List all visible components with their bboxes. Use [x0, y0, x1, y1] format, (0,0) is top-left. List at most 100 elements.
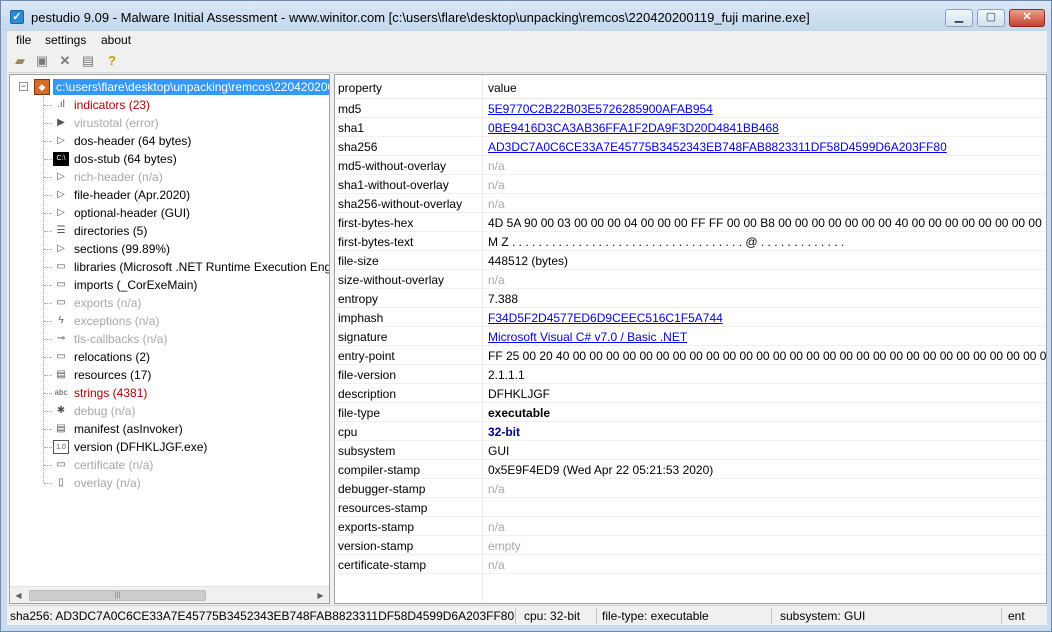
export-icon: ▭	[56, 297, 66, 308]
tree-item[interactable]: 1.0 version (DFHKLJGF.exe)	[44, 438, 329, 456]
table-row[interactable]: debugger-stamp n/a	[335, 479, 1046, 498]
tree-connector	[44, 411, 52, 412]
table-row[interactable]: version-stamp empty	[335, 536, 1046, 555]
table-header: property value	[335, 75, 1046, 99]
tree-item[interactable]: .ıl indicators (23)	[44, 96, 329, 114]
menu-about[interactable]: about	[101, 33, 131, 47]
property-cell: sha1-without-overlay	[338, 178, 449, 192]
help-icon[interactable]: ?	[104, 53, 120, 69]
value-cell: executable	[488, 406, 551, 420]
table-row[interactable]: entropy 7.388	[335, 289, 1046, 308]
menu-file[interactable]: file	[16, 33, 31, 47]
scroll-right-icon[interactable]: ▶	[312, 587, 329, 603]
tree-item[interactable]: ▷ optional-header (GUI)	[44, 204, 329, 222]
table-row[interactable]: sha256 AD3DC7A0C6CE33A7E45775B3452343EB74…	[335, 137, 1046, 156]
tree-connector	[44, 159, 52, 160]
collapse-icon[interactable]: −	[19, 82, 28, 91]
tree-item[interactable]: ▭ exports (n/a)	[44, 294, 329, 312]
table-row[interactable]: file-version 2.1.1.1	[335, 365, 1046, 384]
tree-item[interactable]: abc strings (4381)	[44, 384, 329, 402]
value-link[interactable]: Microsoft Visual C# v7.0 / Basic .NET	[488, 330, 687, 344]
table-row[interactable]: first-bytes-hex 4D 5A 90 00 03 00 00 00 0…	[335, 213, 1046, 232]
tree-item[interactable]: ▷ rich-header (n/a)	[44, 168, 329, 186]
table-row[interactable]: sha1-without-overlay n/a	[335, 175, 1046, 194]
table-row[interactable]: md5-without-overlay n/a	[335, 156, 1046, 175]
document-icon[interactable]: ▤	[80, 53, 96, 69]
maximize-button[interactable]: ▢	[977, 9, 1005, 27]
tree-item[interactable]: ▭ relocations (2)	[44, 348, 329, 366]
tree-item[interactable]: ▤ manifest (asInvoker)	[44, 420, 329, 438]
table-row[interactable]: sha1 0BE9416D3CA3AB36FFA1F2DA9F3D20D4841B…	[335, 118, 1046, 137]
close-window-button[interactable]: ✕	[1009, 9, 1045, 27]
table-row[interactable]: description DFHKLJGF	[335, 384, 1046, 403]
tree-item[interactable]: ▭ imports (_CorExeMain)	[44, 276, 329, 294]
table-row[interactable]: entry-point FF 25 00 20 40 00 00 00 00 00…	[335, 346, 1046, 365]
table-row[interactable]: size-without-overlay n/a	[335, 270, 1046, 289]
property-cell: entry-point	[338, 349, 395, 363]
header-property[interactable]: property	[338, 81, 382, 95]
tree-root-label[interactable]: c:\users\flare\desktop\unpacking\remcos\…	[53, 79, 329, 95]
value-cell: 7.388	[488, 292, 519, 306]
relocation-icon: ▭	[56, 351, 66, 362]
property-cell: sha256	[338, 140, 378, 154]
menu-settings[interactable]: settings	[45, 33, 86, 47]
minimize-button[interactable]: ▁	[945, 9, 973, 27]
value-link[interactable]: F34D5F2D4577ED6D9CEEC516C1F5A744	[488, 311, 723, 325]
tree-root[interactable]: − ◆ c:\users\flare\desktop\unpacking\rem…	[10, 78, 329, 96]
value-link[interactable]: 5E9770C2B22B03E5726285900AFAB954	[488, 102, 713, 116]
property-cell: md5-without-overlay	[338, 159, 447, 173]
table-row[interactable]: exports-stamp n/a	[335, 517, 1046, 536]
tree-item-label: tls-callbacks (n/a)	[74, 332, 168, 346]
tree-item[interactable]: ▷ file-header (Apr.2020)	[44, 186, 329, 204]
scroll-left-icon[interactable]: ◀	[10, 587, 27, 603]
triangle-icon: ▷	[57, 171, 65, 182]
table-row[interactable]: first-bytes-text M Z . . . . . . . . . . …	[335, 232, 1046, 251]
open-folder-icon[interactable]: ▰	[12, 53, 28, 69]
table-row[interactable]: file-type executable	[335, 403, 1046, 422]
horizontal-scrollbar[interactable]: ◀ ||| ▶	[10, 586, 329, 603]
table-row[interactable]: signature Microsoft Visual C# v7.0 / Basi…	[335, 327, 1046, 346]
tree-item[interactable]: ▭ libraries (Microsoft .NET Runtime Execu…	[44, 258, 329, 276]
tree-item-label: indicators (23)	[74, 98, 151, 112]
header-value[interactable]: value	[488, 81, 517, 95]
version-icon: 1.0	[53, 440, 69, 454]
table-row[interactable]: certificate-stamp n/a	[335, 555, 1046, 574]
table-row[interactable]: md5 5E9770C2B22B03E5726285900AFAB954	[335, 99, 1046, 118]
tree-item[interactable]: ▭ certificate (n/a)	[44, 456, 329, 474]
property-cell: sha1	[338, 121, 365, 135]
tree-item-label: rich-header (n/a)	[74, 170, 163, 184]
tree-item[interactable]: C:\ dos-stub (64 bytes)	[44, 150, 329, 168]
value-link[interactable]: 0BE9416D3CA3AB36FFA1F2DA9F3D20D4841BB468	[488, 121, 779, 135]
tree-item-label: debug (n/a)	[74, 404, 136, 418]
tree-panel[interactable]: − ◆ c:\users\flare\desktop\unpacking\rem…	[9, 74, 330, 604]
tree-item[interactable]: ☰ directories (5)	[44, 222, 329, 240]
table-row[interactable]: imphash F34D5F2D4577ED6D9CEEC516C1F5A744	[335, 308, 1046, 327]
tree-item[interactable]: ▯ overlay (n/a)	[44, 474, 329, 492]
save-icon[interactable]: ▣	[34, 53, 50, 69]
tree-item[interactable]: ▶ virustotal (error)	[44, 114, 329, 132]
tree-item[interactable]: ϟ exceptions (n/a)	[44, 312, 329, 330]
property-cell: resources-stamp	[338, 501, 428, 515]
property-cell: file-version	[338, 368, 397, 382]
scroll-thumb[interactable]: |||	[29, 590, 206, 601]
tree-item-label: optional-header (GUI)	[74, 206, 191, 220]
table-row[interactable]: file-size 448512 (bytes)	[335, 251, 1046, 270]
tree-item-label: dos-header (64 bytes)	[74, 134, 192, 148]
table-row[interactable]: compiler-stamp 0x5E9F4ED9 (Wed Apr 22 05:…	[335, 460, 1046, 479]
tree-item[interactable]: ⊸ tls-callbacks (n/a)	[44, 330, 329, 348]
tree-item[interactable]: ▷ dos-header (64 bytes)	[44, 132, 329, 150]
status-separator	[596, 608, 597, 624]
table-row[interactable]: sha256-without-overlay n/a	[335, 194, 1046, 213]
value-link[interactable]: AD3DC7A0C6CE33A7E45775B3452343EB748FAB88…	[488, 140, 947, 154]
tree-item[interactable]: ▤ resources (17)	[44, 366, 329, 384]
title-bar[interactable]: ✓ pestudio 9.09 - Malware Initial Assess…	[1, 1, 1051, 31]
table-row[interactable]: subsystem GUI	[335, 441, 1046, 460]
tree-item[interactable]: ✱ debug (n/a)	[44, 402, 329, 420]
menu-bar: file settings about	[7, 31, 1047, 49]
table-row[interactable]: cpu 32-bit	[335, 422, 1046, 441]
close-x-icon[interactable]: ✕	[57, 53, 73, 69]
table-row[interactable]: resources-stamp	[335, 498, 1046, 517]
value-cell: 0x5E9F4ED9 (Wed Apr 22 05:21:53 2020)	[488, 463, 714, 477]
tree-item[interactable]: ▷ sections (99.89%)	[44, 240, 329, 258]
value-cell: n/a	[488, 558, 505, 572]
